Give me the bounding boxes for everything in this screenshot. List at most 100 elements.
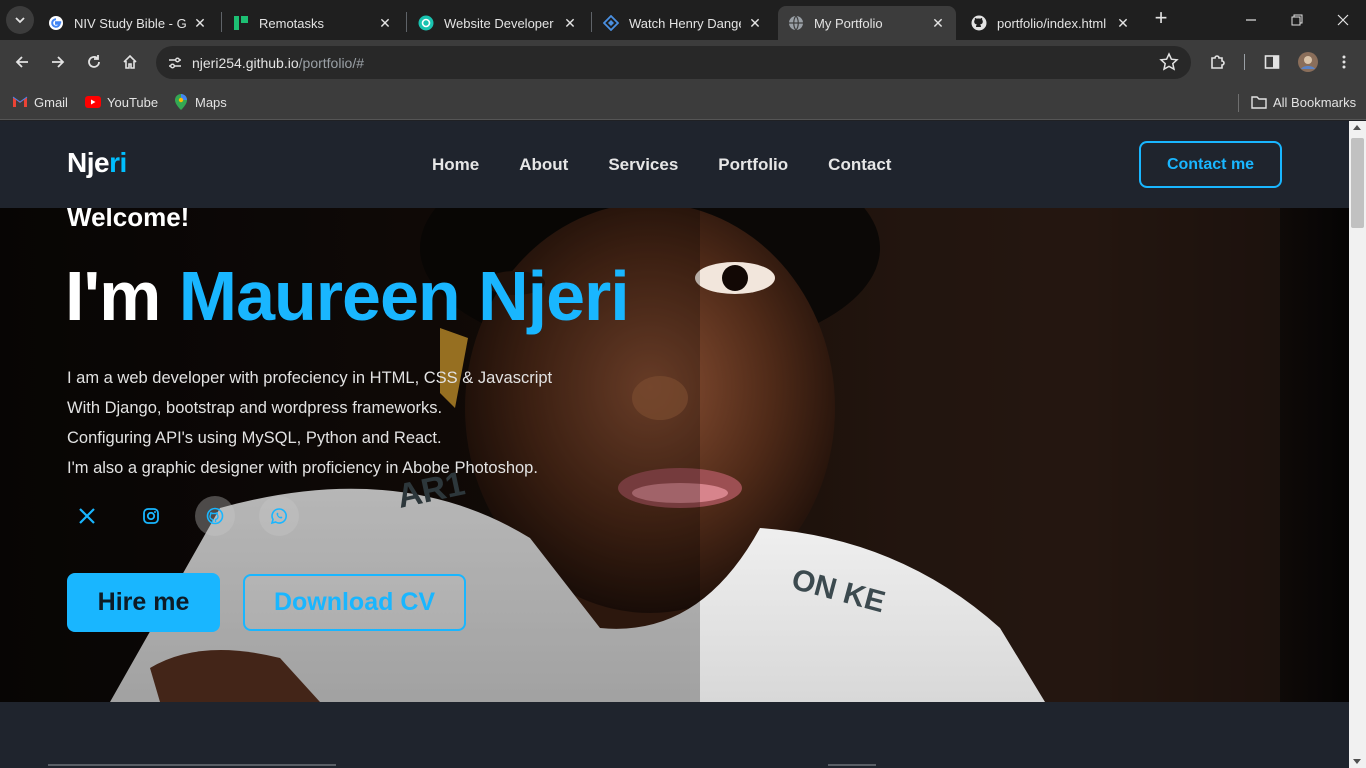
tab-title: NIV Study Bible - Goo xyxy=(74,15,186,31)
tab-title: Website Developer / I xyxy=(444,15,556,31)
bookmarks-bar: Gmail YouTube Maps All Bookmarks xyxy=(0,84,1366,120)
url-host: njeri254.github.io xyxy=(192,54,299,71)
bookmark-star-button[interactable] xyxy=(1159,52,1179,77)
headline-im: I'm xyxy=(65,257,179,335)
tab-website-developer[interactable]: Website Developer / I ✕ xyxy=(408,6,588,40)
tab-title: Remotasks xyxy=(259,15,325,31)
nav-contact[interactable]: Contact xyxy=(828,155,891,175)
close-icon[interactable]: ✕ xyxy=(562,15,578,31)
close-icon[interactable]: ✕ xyxy=(377,15,393,31)
site-header: Njeri Home About Services Portfolio Cont… xyxy=(0,121,1349,208)
all-bookmarks-label: All Bookmarks xyxy=(1273,94,1357,110)
download-cv-button[interactable]: Download CV xyxy=(243,574,466,631)
chatgpt-icon xyxy=(418,15,434,31)
social-links xyxy=(67,496,323,536)
scrollbar-thumb[interactable] xyxy=(1351,138,1364,228)
star-icon xyxy=(1159,52,1179,71)
nav-about[interactable]: About xyxy=(519,155,568,175)
reload-button[interactable] xyxy=(80,48,108,76)
description-line: Configuring API's using MySQL, Python an… xyxy=(67,429,442,447)
new-tab-button[interactable]: + xyxy=(1150,7,1172,30)
site-info-icon[interactable] xyxy=(164,52,186,74)
tab-strip: NIV Study Bible - Goo ✕ Remotasks ✕ Webs… xyxy=(0,0,1366,40)
scroll-down-arrow-icon[interactable] xyxy=(1353,759,1361,764)
close-window-button[interactable] xyxy=(1320,0,1366,40)
browser-toolbar: njeri254.github.io/portfolio/# xyxy=(0,40,1366,84)
tab-henry-danger[interactable]: Watch Henry Danger ✕ xyxy=(593,6,773,40)
back-button[interactable] xyxy=(8,48,36,76)
google-icon xyxy=(49,16,63,30)
minimize-icon xyxy=(1246,19,1256,21)
instagram-link[interactable] xyxy=(131,496,171,536)
github-icon xyxy=(206,507,224,525)
nav-services[interactable]: Services xyxy=(608,155,678,175)
maps-icon xyxy=(173,94,189,110)
url-text: njeri254.github.io/portfolio/# xyxy=(192,55,364,71)
next-section xyxy=(0,702,1349,768)
tab-title: Watch Henry Danger xyxy=(629,15,741,31)
page-scrollbar[interactable] xyxy=(1349,121,1366,768)
extensions-button[interactable] xyxy=(1204,48,1232,76)
x-icon xyxy=(79,508,95,524)
whatsapp-link[interactable] xyxy=(259,496,299,536)
tab-remotasks[interactable]: Remotasks ✕ xyxy=(223,6,403,40)
site-logo[interactable]: Njeri xyxy=(67,147,127,179)
bookmark-youtube[interactable]: YouTube xyxy=(85,92,158,112)
url-path: /portfolio/# xyxy=(298,54,365,71)
profile-avatar[interactable] xyxy=(1294,48,1322,76)
more-vert-icon xyxy=(1342,55,1346,69)
tab-my-portfolio[interactable]: My Portfolio ✕ xyxy=(778,6,956,40)
stream-icon xyxy=(603,15,619,31)
close-icon[interactable]: ✕ xyxy=(1115,15,1131,31)
bookmark-gmail[interactable]: Gmail xyxy=(12,92,68,112)
bookmark-maps[interactable]: Maps xyxy=(173,92,227,112)
arrow-left-icon xyxy=(15,56,28,68)
tab-niv-study-bible[interactable]: NIV Study Bible - Goo ✕ xyxy=(38,6,218,40)
bookmark-label: Maps xyxy=(195,94,227,110)
contact-me-button[interactable]: Contact me xyxy=(1139,141,1282,188)
description-line: I'm also a graphic designer with profici… xyxy=(67,459,538,477)
menu-button[interactable] xyxy=(1330,48,1358,76)
x-link[interactable] xyxy=(67,496,107,536)
close-icon xyxy=(1337,14,1349,26)
globe-icon xyxy=(789,15,803,31)
tab-title: My Portfolio xyxy=(814,15,883,31)
folder-icon xyxy=(1251,94,1267,110)
tab-search-button[interactable] xyxy=(6,6,34,34)
restore-icon xyxy=(1291,14,1303,26)
section-divider xyxy=(48,764,336,766)
logo-main-text: Nje xyxy=(67,147,110,178)
all-bookmarks-button[interactable]: All Bookmarks xyxy=(1251,92,1356,112)
youtube-icon xyxy=(85,94,101,110)
home-icon xyxy=(123,54,137,69)
tab-github-index[interactable]: portfolio/index.html a ✕ xyxy=(961,6,1141,40)
remotasks-icon xyxy=(234,16,248,30)
forward-button[interactable] xyxy=(44,48,72,76)
welcome-heading: Welcome! xyxy=(67,208,190,232)
minimize-button[interactable] xyxy=(1228,0,1274,40)
description-line: With Django, bootstrap and wordpress fra… xyxy=(67,399,443,417)
nav-home[interactable]: Home xyxy=(432,155,479,175)
side-panel-button[interactable] xyxy=(1258,48,1286,76)
close-icon[interactable]: ✕ xyxy=(747,15,763,31)
arrow-right-icon xyxy=(52,56,65,68)
chevron-down-icon xyxy=(15,17,25,24)
nav-portfolio[interactable]: Portfolio xyxy=(718,155,788,175)
scroll-up-arrow-icon[interactable] xyxy=(1353,125,1361,130)
address-bar[interactable]: njeri254.github.io/portfolio/# xyxy=(156,46,1191,79)
side-panel-icon xyxy=(1264,55,1280,69)
page-viewport: Njeri Home About Services Portfolio Cont… xyxy=(0,121,1349,768)
instagram-icon xyxy=(143,508,159,524)
hire-me-button[interactable]: Hire me xyxy=(67,573,220,632)
restore-button[interactable] xyxy=(1274,0,1320,40)
github-link[interactable] xyxy=(195,496,235,536)
bookmark-label: Gmail xyxy=(34,94,68,110)
hero-headline: I'm Maureen Njeri xyxy=(65,256,630,336)
avatar-icon xyxy=(1298,52,1318,72)
reload-icon xyxy=(88,55,100,68)
close-icon[interactable]: ✕ xyxy=(930,15,946,31)
github-icon xyxy=(971,15,987,31)
close-icon[interactable]: ✕ xyxy=(192,15,208,31)
headline-name: Maureen Njeri xyxy=(178,257,630,335)
home-button[interactable] xyxy=(116,48,144,76)
